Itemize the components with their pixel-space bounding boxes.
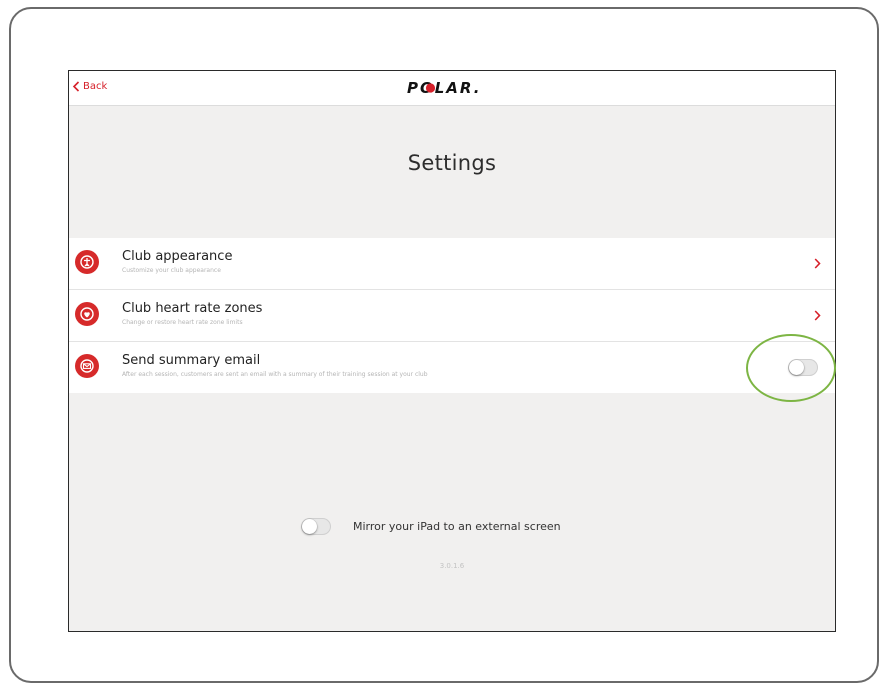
- back-button[interactable]: Back: [72, 81, 107, 92]
- polar-logo-text: POLAR.: [407, 79, 481, 97]
- setting-title: Send summary email: [122, 353, 261, 368]
- heart-rate-zones-icon: [75, 302, 99, 326]
- setting-subtitle: Customize your club appearance: [122, 267, 221, 274]
- highlight-circle: [746, 334, 836, 402]
- setting-row-club-appearance[interactable]: Club appearance Customize your club appe…: [69, 238, 835, 290]
- setting-subtitle: Change or restore heart rate zone limits: [122, 319, 243, 326]
- page-title: Settings: [407, 151, 497, 175]
- club-appearance-icon: [75, 250, 99, 274]
- back-label: Back: [83, 81, 108, 92]
- settings-list: Club appearance Customize your club appe…: [69, 238, 835, 393]
- app-screen: Back POLAR. Settings Club appearance Cus…: [68, 70, 836, 632]
- setting-title: Club heart rate zones: [122, 301, 263, 316]
- mirror-label: Mirror your iPad to an external screen: [353, 520, 561, 533]
- setting-title: Club appearance: [122, 249, 233, 264]
- chevron-left-icon: [72, 81, 80, 92]
- setting-subtitle: After each session, customers are sent a…: [122, 371, 428, 378]
- mirror-screen-toggle[interactable]: [301, 518, 331, 535]
- app-version: 3.0.1.6: [439, 562, 465, 570]
- toggle-knob: [302, 519, 317, 534]
- setting-row-heart-rate-zones[interactable]: Club heart rate zones Change or restore …: [69, 290, 835, 342]
- setting-row-summary-email: Send summary email After each session, c…: [69, 342, 835, 393]
- mirror-setting: Mirror your iPad to an external screen: [301, 518, 561, 535]
- chevron-right-icon: [814, 258, 821, 269]
- chevron-right-icon: [814, 310, 821, 321]
- navigation-bar: Back POLAR.: [69, 71, 835, 106]
- polar-logo: POLAR.: [405, 78, 505, 98]
- summary-email-icon: [75, 354, 99, 378]
